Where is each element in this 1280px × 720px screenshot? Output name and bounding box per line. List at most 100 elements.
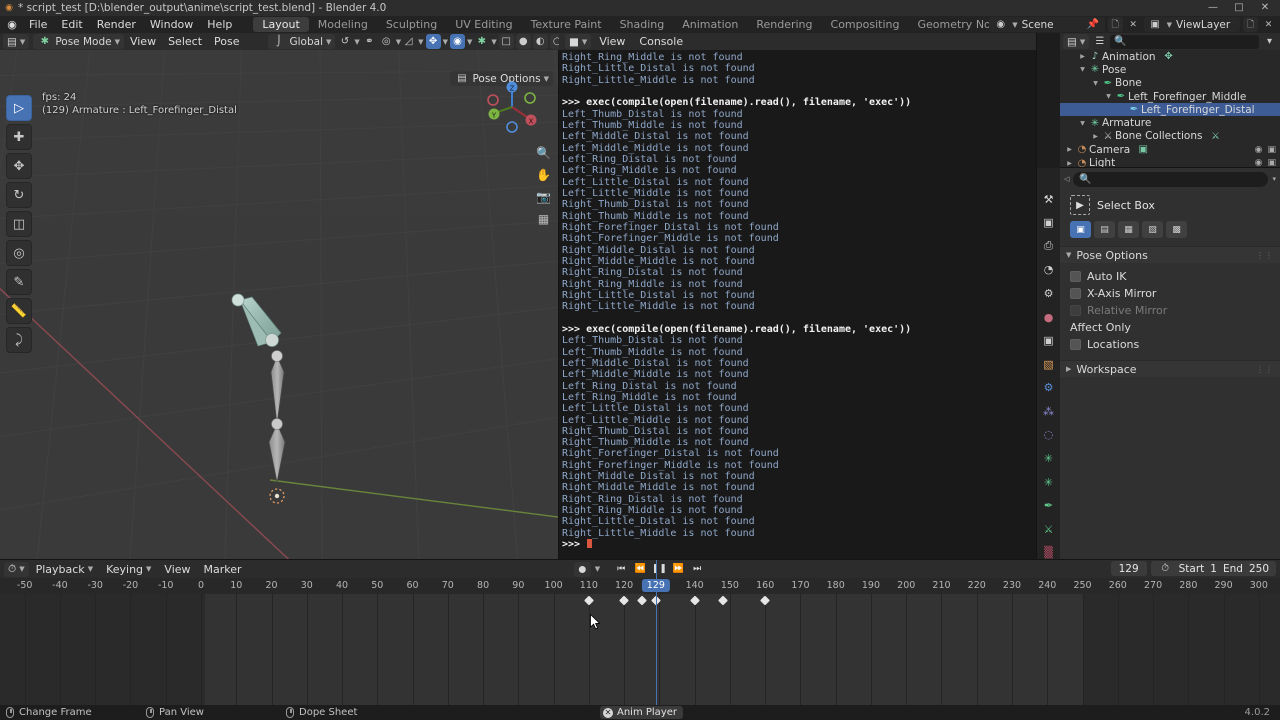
outliner-row[interactable]: ✒ Left_Forefinger_Distal (1060, 103, 1280, 117)
properties-editor[interactable]: ◁ 🔍 ▾ ▶ Select Box ▣ ▤ ▦ ▧ ▩ ▼ Pose Opti… (1060, 168, 1280, 560)
navigation-gizmo[interactable]: Z X Y (485, 80, 539, 134)
render-icon[interactable]: ▣ (1040, 216, 1057, 231)
console-output[interactable]: Right_Ring_Middle is not found Right_Litt… (559, 50, 1037, 560)
select-box-tool[interactable]: ▷ (6, 95, 32, 121)
outliner-editor-type-button[interactable]: ▤ ▼ (1063, 34, 1090, 49)
armature-icon[interactable]: ⚔ (1209, 131, 1223, 142)
auto-keying-icon[interactable] (573, 561, 591, 577)
checkbox-icon[interactable] (1070, 339, 1081, 350)
outliner-row[interactable]: ▶ ♪ Animation ✥ (1060, 50, 1280, 63)
unlink-scene-button[interactable]: ✕ (1126, 17, 1141, 32)
panel-header-pose-options[interactable]: ▼ Pose Options ⋮⋮ (1060, 246, 1280, 263)
hand-pan-icon[interactable]: ✋ (536, 167, 551, 182)
timeline-editor-type-button[interactable]: ⏱ ▼ (4, 561, 29, 577)
timeline-menu-keying[interactable]: Keying ▼ (100, 563, 157, 576)
select-set-icon[interactable]: ▣ (1070, 221, 1091, 238)
camera-render-icon[interactable]: ▣ (1267, 145, 1276, 155)
next-keyframe-icon[interactable]: ⏩ (669, 562, 687, 577)
console-prompt[interactable]: >>> (562, 539, 1037, 550)
shading-solid-icon[interactable]: ● (515, 34, 531, 49)
output-icon[interactable]: ⎙ (1040, 239, 1057, 254)
pin-icon[interactable]: 📌 (1086, 17, 1101, 32)
ortho-persp-icon[interactable]: ▦ (536, 211, 551, 226)
tab-shading[interactable]: Shading (611, 17, 674, 32)
tab-rendering[interactable]: Rendering (747, 17, 821, 32)
chevron-down-icon[interactable]: ▼ (1077, 120, 1088, 127)
measure-tool[interactable]: 📏 (6, 298, 32, 324)
properties-options-icon[interactable]: ▾ (1272, 175, 1276, 183)
new-scene-button[interactable]: 🗋 (1107, 17, 1123, 32)
scene-icon[interactable]: ⚙ (1040, 286, 1057, 301)
chevron-right-icon[interactable]: ▶ (1077, 53, 1088, 60)
chevron-down-icon[interactable]: ▼ (1077, 66, 1088, 73)
collection-icon[interactable]: ▣ (1040, 333, 1057, 348)
timeline-editor[interactable]: ⏱ ▼ Playback ▼ Keying ▼ View Marker ▼ ⏮ ⏪ ❚… (0, 560, 1280, 705)
menu-window[interactable]: Window (143, 16, 200, 33)
x-circle-icon[interactable]: ✕ (603, 707, 613, 718)
viewport-menu-pose[interactable]: Pose (208, 35, 245, 48)
maximize-button[interactable]: □ (1226, 0, 1252, 16)
rotate-tool[interactable]: ↻ (6, 182, 32, 208)
object-constraint-icon[interactable]: ✳ (1040, 451, 1057, 466)
shading-wireframe-icon[interactable]: □ (498, 34, 514, 49)
checkbox-row-x-axis-mirror[interactable]: X-Axis Mirror (1070, 285, 1270, 302)
cursor-tool[interactable]: ✚ (6, 124, 32, 150)
show-overlays-icon[interactable]: ◉ (449, 34, 465, 49)
jump-end-icon[interactable]: ⏭ (688, 562, 706, 577)
chevron-right-icon[interactable]: ▶ (1064, 146, 1075, 153)
area-divider-v2[interactable] (1036, 33, 1037, 560)
scale-tool[interactable]: ◫ (6, 211, 32, 237)
transform-tool[interactable]: ◎ (6, 240, 32, 266)
object-icon[interactable]: ▧ (1040, 357, 1057, 372)
bone-constraint-icon[interactable]: ⚔ (1040, 522, 1057, 537)
new-viewlayer-button[interactable]: 🗋 (1243, 17, 1258, 32)
properties-search-input[interactable]: 🔍 (1073, 171, 1269, 187)
xray-toggle-icon[interactable]: ✱ (474, 34, 489, 49)
chevron-down-icon[interactable]: ▼ (1090, 80, 1101, 87)
remove-viewlayer-button[interactable]: ✕ (1261, 17, 1276, 32)
menu-file[interactable]: File (22, 16, 54, 33)
viewport-3d[interactable]: ▤ ▼ ✱ Pose Mode ▼ View Select Pose ⌡ Glob… (0, 33, 559, 560)
console-editor-type-button[interactable]: ■ ▼ (565, 34, 592, 49)
outliner-row[interactable]: ▼ ✳ Armature (1060, 116, 1280, 129)
annotate-tool[interactable]: ✎ (6, 269, 32, 295)
move-tool[interactable]: ✥ (6, 153, 32, 179)
camera-view-icon[interactable]: 📷 (536, 189, 551, 204)
anim-player-badge[interactable]: ✕ Anim Player (600, 706, 683, 719)
scene-selector[interactable]: ◉ ▼ Scene 📌 (989, 17, 1105, 32)
menu-help[interactable]: Help (200, 16, 239, 33)
world-icon[interactable]: ● (1040, 310, 1057, 325)
frame-range-field[interactable]: ⏱ Start 1 End 250 (1150, 561, 1276, 576)
outliner-search-input[interactable]: 🔍 (1110, 34, 1259, 49)
interaction-mode-selector[interactable]: ✱ Pose Mode ▼ (33, 34, 124, 49)
play-pause-icon[interactable]: ❚❚ (650, 562, 668, 577)
chevron-right-icon[interactable]: ▶ (1064, 160, 1075, 167)
material-icon[interactable]: ▒ (1040, 545, 1057, 560)
panel-header-workspace[interactable]: ▶ Workspace ⋮⋮ (1060, 360, 1280, 377)
chevron-down-icon[interactable]: ▼ (1103, 93, 1114, 100)
particles-icon[interactable]: ⁂ (1040, 404, 1057, 419)
camera-data-icon[interactable]: ▣ (1136, 144, 1150, 155)
select-invert-icon[interactable]: ▧ (1142, 221, 1163, 238)
transform-orientation-selector[interactable]: ⌡ Global ▼ (267, 34, 336, 49)
timeline-keyframe-track[interactable] (0, 594, 1280, 705)
armature-data-icon[interactable]: ✳ (1040, 475, 1057, 490)
timeline-menu-playback[interactable]: Playback ▼ (30, 563, 99, 576)
minimize-button[interactable]: — (1200, 0, 1226, 16)
blender-menu-icon[interactable]: ◉ (2, 16, 22, 33)
tab-sculpting[interactable]: Sculpting (377, 17, 446, 32)
jump-start-icon[interactable]: ⏮ (612, 562, 630, 577)
properties-tab-rail[interactable]: ⚒ ▣ ⎙ ◔ ⚙ ● ▣ ▧ ⚙ ⁂ ◌ ✳ ✳ ✒ ⚔ ▒ (1037, 168, 1060, 560)
tool-icon[interactable]: ⚒ (1040, 192, 1057, 207)
tab-layout[interactable]: Layout (253, 17, 309, 32)
start-value[interactable]: 1 (1210, 563, 1217, 575)
viewport-canvas[interactable]: fps: 24 (129) Armature : Left_Forefinger… (0, 50, 559, 560)
python-console[interactable]: ■ ▼ View Console Right_Ring_Middle is not… (559, 33, 1037, 560)
checkbox-icon[interactable] (1070, 271, 1081, 282)
display-mode-icon[interactable]: ☰ (1092, 34, 1107, 49)
pivot-point-icon[interactable]: ↺ (337, 34, 352, 49)
outliner-tree[interactable]: ▶ ♪ Animation ✥ ▼ ✳ Pose ▼ ✒ Bone ▼ ✒ Left_Forefinge… (1060, 50, 1280, 168)
outliner-row[interactable]: ▶ ⚔ Bone Collections ⚔ (1060, 130, 1280, 143)
eye-icon[interactable]: ◉ (1255, 145, 1263, 155)
menu-render[interactable]: Render (90, 16, 143, 33)
